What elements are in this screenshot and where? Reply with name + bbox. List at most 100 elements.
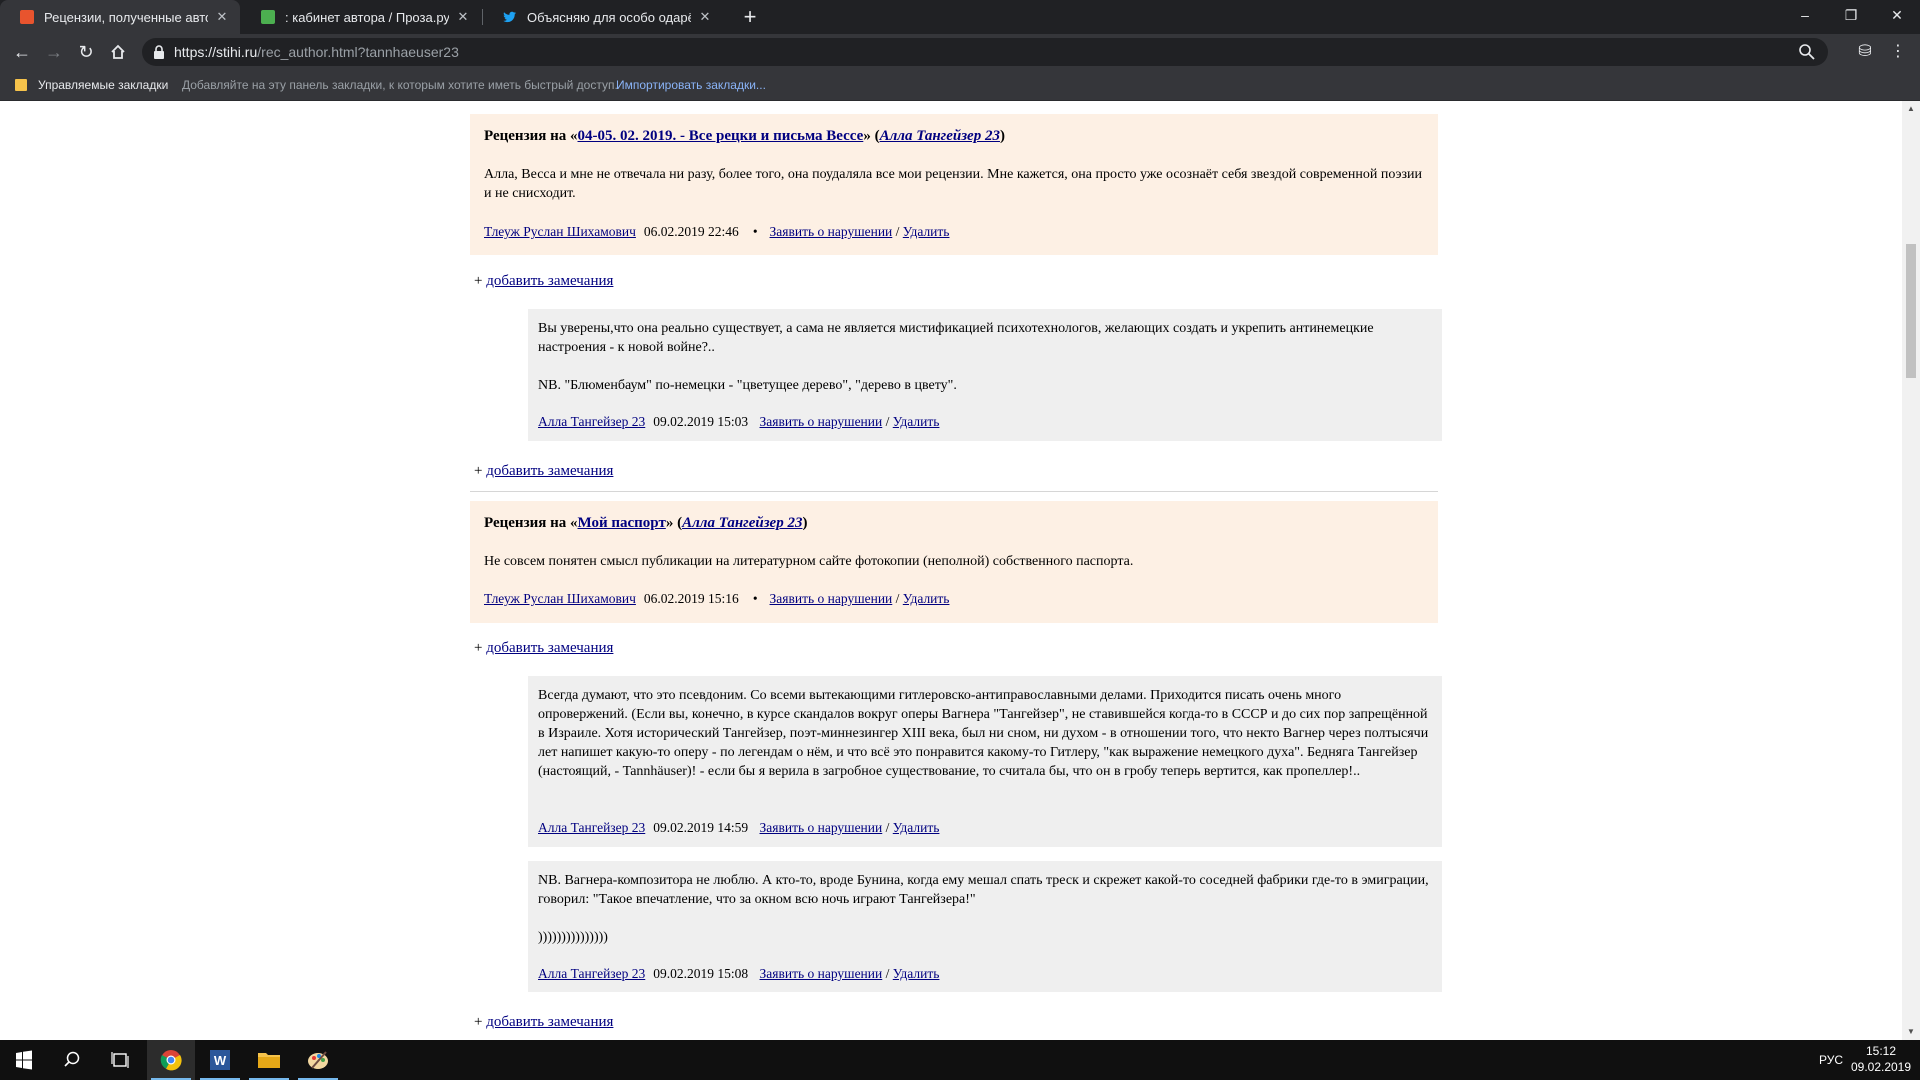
- delete-link[interactable]: Удалить: [903, 224, 950, 239]
- svg-text:W: W: [214, 1053, 227, 1068]
- reviewer-link[interactable]: Тлеуж Руслан Шихамович: [484, 224, 636, 239]
- tab-twitter[interactable]: Объясняю для особо одарённых ✕: [483, 0, 723, 34]
- tab-proza-cabinet[interactable]: : кабинет автора / Проза.ру ✕: [241, 0, 481, 34]
- delete-link[interactable]: Удалить: [893, 966, 940, 981]
- restore-icon[interactable]: ❐: [1828, 0, 1874, 30]
- reply-card: Вы уверены,что она реально существует, а…: [528, 309, 1442, 441]
- reply-card: NB. Вагнера-композитора не люблю. А кто-…: [528, 861, 1442, 992]
- divider: [470, 491, 1438, 492]
- scrollbar-thumb[interactable]: [1906, 244, 1916, 378]
- import-bookmarks-link[interactable]: Импортировать закладки...: [616, 70, 766, 100]
- slash-separator: /: [895, 224, 900, 239]
- reply-text-2: NB. "Блюменбаум" по-немецки - "цветущее …: [538, 378, 957, 393]
- reply-text-2: ))))))))))))))): [538, 930, 608, 945]
- back-arrow-icon[interactable]: ←: [8, 38, 36, 66]
- scroll-down-arrow-icon[interactable]: ▼: [1902, 1024, 1920, 1040]
- system-clock[interactable]: 15:12 09.02.2019: [1848, 1043, 1914, 1075]
- slash-separator: /: [885, 966, 890, 981]
- add-note-row: + добавить замечания: [474, 640, 614, 656]
- close-icon[interactable]: ✕: [455, 9, 471, 25]
- lock-icon: [154, 45, 164, 59]
- review-text: Алла, Весса и мне не отвечала ни разу, б…: [484, 167, 1423, 201]
- proza-favicon-icon: [261, 10, 275, 24]
- address-bar[interactable]: https://stihi.ru/rec_author.html?tannhae…: [142, 38, 1828, 66]
- scroll-up-arrow-icon[interactable]: ▲: [1902, 101, 1920, 117]
- close-icon[interactable]: ✕: [214, 9, 230, 25]
- review-card: Рецензия на «Мой паспорт» (Алла Тангейзе…: [470, 501, 1438, 623]
- add-note-link[interactable]: добавить замечания: [486, 640, 613, 656]
- reply-meta: Алла Тангейзер 23 09.02.2019 15:03 Заявит…: [538, 414, 939, 430]
- tab-title: : кабинет автора / Проза.ру: [285, 9, 449, 25]
- delete-link[interactable]: Удалить: [893, 414, 940, 429]
- delete-link[interactable]: Удалить: [893, 820, 940, 835]
- url-text: https://stihi.ru/rec_author.html?tannhae…: [174, 44, 459, 60]
- clock-time: 15:12: [1865, 1044, 1897, 1058]
- report-link[interactable]: Заявить о нарушении: [760, 820, 883, 835]
- review-text: Не совсем понятен смысл публикации на ли…: [484, 554, 1134, 569]
- task-view-icon[interactable]: [96, 1040, 144, 1080]
- reply-meta: Алла Тангейзер 23 09.02.2019 15:08 Заявит…: [538, 966, 939, 982]
- delete-link[interactable]: Удалить: [903, 591, 950, 606]
- language-indicator[interactable]: РУС: [1819, 1040, 1843, 1080]
- page-content: Рецензия на «04-05. 02. 2019. - Все рецк…: [0, 101, 1902, 1040]
- file-explorer-icon[interactable]: [245, 1040, 293, 1080]
- page-scrollbar[interactable]: ▲ ▼: [1902, 101, 1920, 1040]
- extension-icon[interactable]: ⛁: [1855, 42, 1875, 62]
- browser-toolbar: ← → ↻ https://stihi.ru/rec_author.html?t…: [0, 34, 1920, 70]
- add-note-link[interactable]: добавить замечания: [486, 273, 613, 289]
- tab-title: Рецензии, полученные автором: [44, 9, 208, 25]
- reply-author-link[interactable]: Алла Тангейзер 23: [538, 966, 645, 981]
- reload-icon[interactable]: ↻: [72, 38, 100, 66]
- reply-date: 09.02.2019 15:03: [653, 414, 749, 429]
- report-link[interactable]: Заявить о нарушении: [770, 591, 893, 606]
- bullet-separator: •: [752, 591, 758, 606]
- windows-taskbar: W РУС 15:12 09.02.2019: [0, 1040, 1920, 1080]
- chrome-icon[interactable]: [147, 1040, 195, 1080]
- bookmarks-folder-managed[interactable]: Управляемые закладки: [38, 70, 168, 100]
- windows-start-icon[interactable]: [0, 1040, 48, 1080]
- tab-reviews[interactable]: Рецензии, полученные автором ✕: [0, 0, 240, 34]
- close-icon[interactable]: ✕: [697, 9, 713, 25]
- word-icon[interactable]: W: [196, 1040, 244, 1080]
- forward-arrow-icon[interactable]: →: [40, 38, 68, 66]
- review-meta: Тлеуж Руслан Шихамович 06.02.2019 22:46 • З…: [484, 224, 949, 240]
- add-note-link[interactable]: добавить замечания: [486, 1014, 613, 1030]
- window-close-icon[interactable]: ✕: [1874, 0, 1920, 30]
- work-author-link[interactable]: Алла Тангейзер 23: [682, 515, 802, 531]
- slash-separator: /: [895, 591, 900, 606]
- twitter-bird-icon: [503, 10, 517, 24]
- bullet-separator: •: [752, 224, 758, 239]
- review-date: 06.02.2019 15:16: [643, 591, 739, 606]
- work-author-link[interactable]: Алла Тангейзер 23: [880, 128, 1000, 144]
- bookmarks-bar: Управляемые закладки Добавляйте на эту п…: [0, 70, 1920, 101]
- bookmarks-hint: Добавляйте на эту панель закладки, к кот…: [182, 78, 618, 92]
- add-note-row: + добавить замечания: [474, 1014, 614, 1030]
- add-note-row: + добавить замечания: [474, 463, 614, 479]
- home-icon[interactable]: [104, 38, 132, 66]
- report-link[interactable]: Заявить о нарушении: [770, 224, 893, 239]
- browser-tab-strip: Рецензии, полученные автором ✕ : кабинет…: [0, 0, 1920, 34]
- reply-date: 09.02.2019 14:59: [653, 820, 749, 835]
- plus-icon[interactable]: +: [737, 4, 763, 30]
- add-note-row: + добавить замечания: [474, 273, 614, 289]
- slash-separator: /: [885, 414, 890, 429]
- minimize-icon[interactable]: –: [1782, 0, 1828, 30]
- reviewer-link[interactable]: Тлеуж Руслан Шихамович: [484, 591, 636, 606]
- report-link[interactable]: Заявить о нарушении: [760, 966, 883, 981]
- reply-text: Вы уверены,что она реально существует, а…: [538, 321, 1374, 355]
- reply-author-link[interactable]: Алла Тангейзер 23: [538, 820, 645, 835]
- add-note-link[interactable]: добавить замечания: [486, 463, 613, 479]
- menu-dots-icon[interactable]: ⋮: [1888, 42, 1908, 62]
- slash-separator: /: [885, 820, 890, 835]
- review-heading: Рецензия на «04-05. 02. 2019. - Все рецк…: [484, 128, 1005, 144]
- clock-date: 09.02.2019: [1850, 1060, 1912, 1074]
- review-date: 06.02.2019 22:46: [643, 224, 739, 239]
- zoom-icon[interactable]: [1798, 43, 1816, 61]
- search-icon[interactable]: [48, 1040, 96, 1080]
- report-link[interactable]: Заявить о нарушении: [760, 414, 883, 429]
- reviewed-work-link[interactable]: Мой паспорт: [578, 515, 666, 531]
- reply-author-link[interactable]: Алла Тангейзер 23: [538, 414, 645, 429]
- paint-icon[interactable]: [294, 1040, 342, 1080]
- reply-card: Всегда думают, что это псевдоним. Со все…: [528, 676, 1442, 847]
- reviewed-work-link[interactable]: 04-05. 02. 2019. - Все рецки и письма Ве…: [578, 128, 864, 144]
